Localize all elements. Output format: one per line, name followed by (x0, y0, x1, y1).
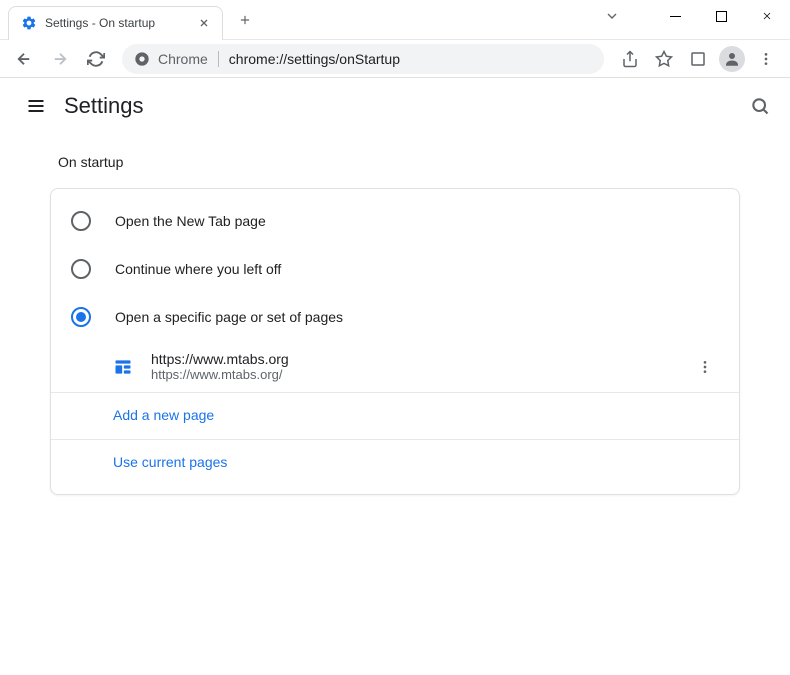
minimize-button[interactable] (652, 0, 698, 32)
browser-tab[interactable]: Settings - On startup (8, 6, 223, 40)
gear-icon (21, 15, 37, 31)
startup-page-entry: https://www.mtabs.org https://www.mtabs.… (51, 341, 739, 393)
reload-button[interactable] (80, 43, 112, 75)
close-window-button[interactable] (744, 0, 790, 32)
close-icon[interactable] (196, 15, 212, 31)
menu-icon[interactable] (750, 43, 782, 75)
hamburger-menu[interactable] (16, 86, 56, 126)
chevron-down-icon[interactable] (604, 8, 620, 24)
search-icon[interactable] (750, 96, 770, 116)
radio-continue[interactable]: Continue where you left off (51, 245, 739, 293)
maximize-button[interactable] (698, 0, 744, 32)
toolbar-actions (614, 43, 782, 75)
section-title: On startup (58, 154, 740, 170)
profile-avatar[interactable] (716, 43, 748, 75)
use-current-row: Use current pages (51, 440, 739, 486)
radio-label: Continue where you left off (115, 261, 281, 277)
window-titlebar: Settings - On startup (0, 0, 790, 40)
use-current-link[interactable]: Use current pages (113, 454, 227, 470)
extensions-icon[interactable] (682, 43, 714, 75)
browser-toolbar: Chrome chrome://settings/onStartup (0, 40, 790, 78)
add-page-row: Add a new page (51, 393, 739, 440)
forward-button[interactable] (44, 43, 76, 75)
page-more-menu[interactable] (691, 353, 719, 381)
back-button[interactable] (8, 43, 40, 75)
settings-content: On startup Open the New Tab page Continu… (0, 134, 790, 515)
chrome-icon (134, 51, 150, 67)
bookmark-icon[interactable] (648, 43, 680, 75)
radio-icon (71, 211, 91, 231)
page-name: https://www.mtabs.org (151, 351, 691, 367)
page-info: https://www.mtabs.org https://www.mtabs.… (151, 351, 691, 382)
page-url: https://www.mtabs.org/ (151, 367, 691, 382)
globe-icon (113, 357, 133, 377)
page-title: Settings (64, 93, 144, 119)
address-bar[interactable]: Chrome chrome://settings/onStartup (122, 44, 604, 74)
window-controls (652, 0, 790, 32)
startup-card: Open the New Tab page Continue where you… (50, 188, 740, 495)
new-tab-button[interactable] (231, 6, 259, 34)
omnibox-text: Chrome chrome://settings/onStartup (158, 51, 400, 67)
avatar-icon (719, 46, 745, 72)
add-page-link[interactable]: Add a new page (113, 407, 214, 423)
radio-label: Open a specific page or set of pages (115, 309, 343, 325)
tab-title: Settings - On startup (45, 16, 188, 30)
radio-icon (71, 259, 91, 279)
share-icon[interactable] (614, 43, 646, 75)
settings-header: Settings (0, 78, 790, 134)
radio-specific-pages[interactable]: Open a specific page or set of pages (51, 293, 739, 341)
radio-label: Open the New Tab page (115, 213, 266, 229)
radio-new-tab[interactable]: Open the New Tab page (51, 197, 739, 245)
radio-icon-selected (71, 307, 91, 327)
